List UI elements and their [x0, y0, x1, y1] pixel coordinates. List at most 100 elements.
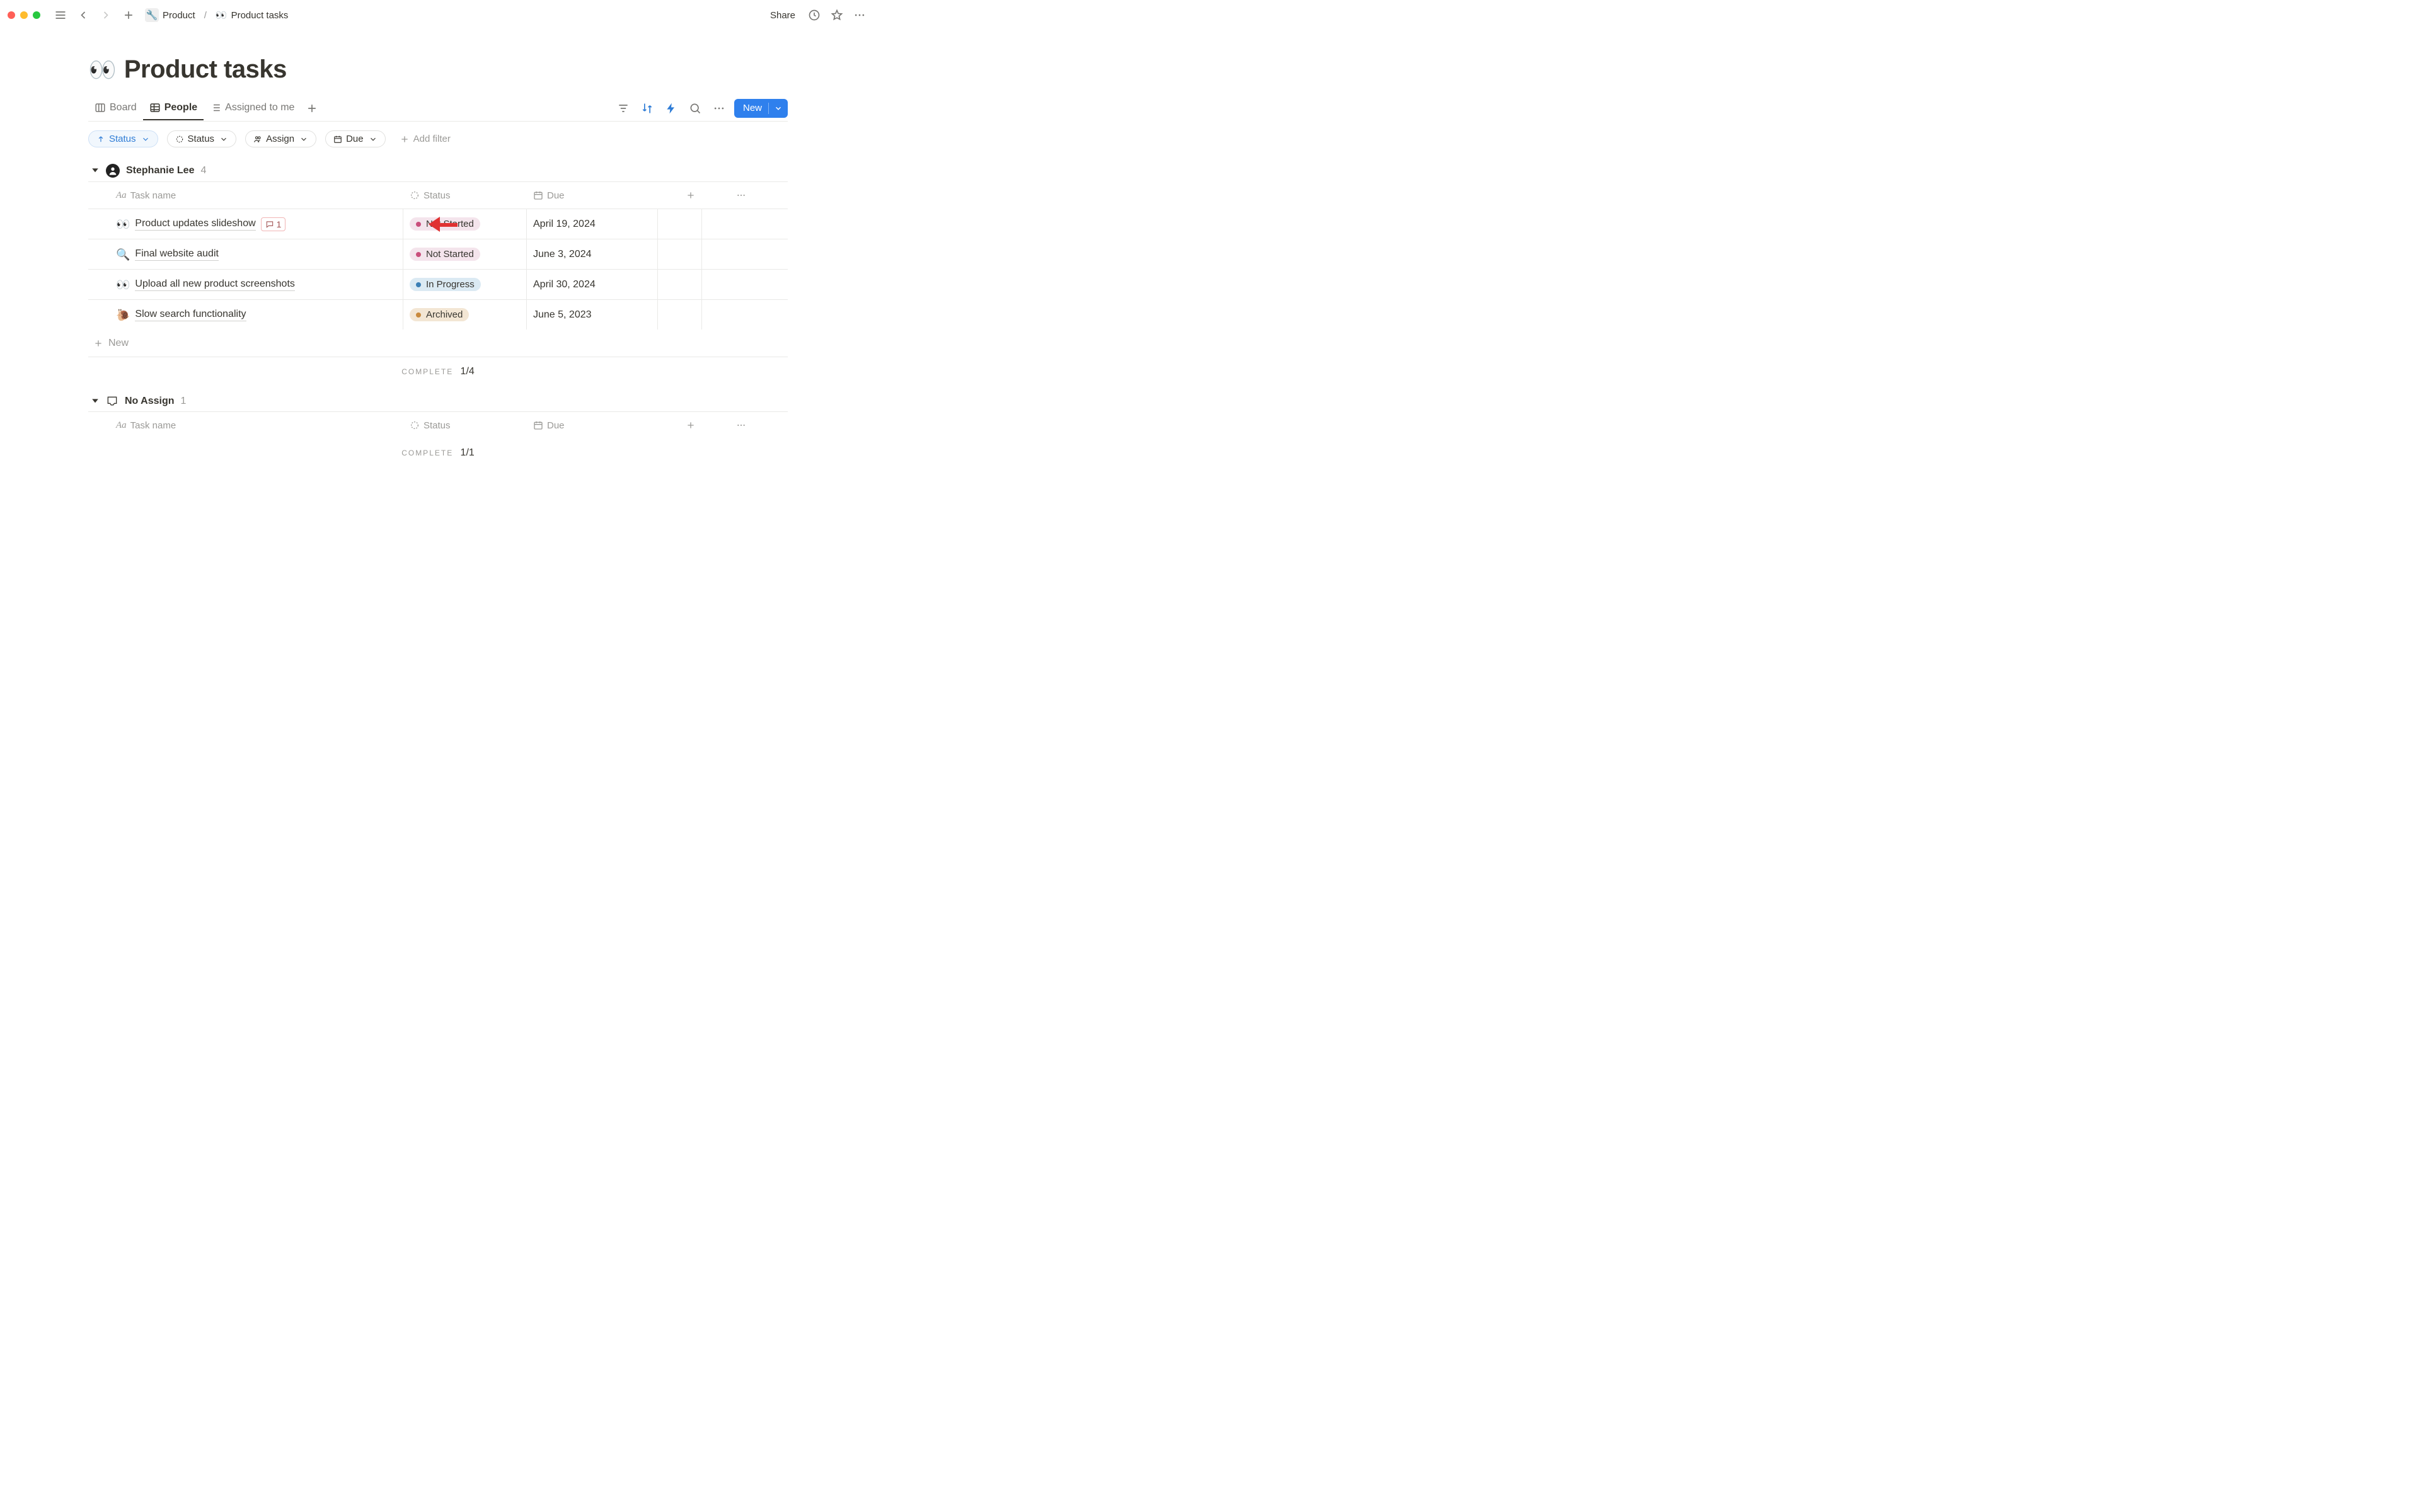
column-options-button[interactable] [702, 420, 752, 430]
due-date[interactable]: April 30, 2024 [533, 279, 596, 290]
share-button[interactable]: Share [765, 8, 800, 23]
column-header-name[interactable]: Aa Task name [88, 190, 403, 201]
add-filter-label: Add filter [413, 134, 451, 144]
filter-pill-assign[interactable]: Assign [245, 130, 316, 147]
table-row[interactable]: 🐌 Slow search functionality Archived Jun… [88, 299, 788, 329]
table-row[interactable]: 👀 Product updates slideshow 1 Not Starte… [88, 209, 788, 239]
group-count: 4 [200, 165, 206, 176]
new-button-divider [768, 103, 769, 114]
favorite-star-icon[interactable] [828, 6, 846, 24]
new-page-icon[interactable] [120, 6, 137, 24]
collapse-toggle-icon[interactable] [91, 166, 100, 175]
comment-count-badge[interactable]: 1 [261, 217, 286, 231]
column-header-due[interactable]: Due [527, 190, 658, 201]
tab-board-label: Board [110, 102, 137, 113]
fullscreen-window-icon[interactable] [33, 11, 40, 19]
column-header-due-label: Due [547, 420, 565, 431]
new-row-button[interactable]: New [88, 329, 788, 357]
add-filter-button[interactable]: Add filter [395, 131, 456, 147]
column-options-button[interactable] [702, 190, 752, 200]
list-icon [210, 102, 221, 113]
add-column-button[interactable] [658, 420, 702, 430]
task-name[interactable]: Slow search functionality [135, 309, 246, 321]
snail-icon: 🐌 [116, 309, 130, 321]
breadcrumb-parent[interactable]: 🔧 Product [142, 7, 198, 23]
plus-icon [686, 420, 696, 430]
close-window-icon[interactable] [8, 11, 15, 19]
collapse-toggle-icon[interactable] [91, 397, 100, 406]
nav-back-icon[interactable] [74, 6, 92, 24]
chevron-down-icon[interactable] [774, 104, 783, 113]
breadcrumb-parent-label: Product [163, 10, 195, 21]
window-controls[interactable] [8, 11, 40, 19]
breadcrumb-current-label: Product tasks [231, 10, 289, 21]
group-count: 1 [181, 396, 187, 407]
complete-label: COMPLETE [401, 367, 453, 376]
filter-pill-status-label: Status [188, 134, 215, 144]
status-badge[interactable]: Archived [410, 308, 469, 321]
wrench-icon: 🔧 [145, 8, 159, 22]
status-badge[interactable]: Not Started [410, 217, 480, 231]
search-icon[interactable] [686, 100, 704, 117]
column-header-status-label: Status [424, 190, 451, 201]
task-name[interactable]: Product updates slideshow [135, 218, 255, 231]
board-icon [95, 102, 106, 113]
magnifier-icon: 🔍 [116, 249, 130, 260]
nav-forward-icon[interactable] [97, 6, 115, 24]
comment-icon [265, 220, 274, 229]
more-menu-icon[interactable] [851, 6, 868, 24]
more-icon [736, 190, 746, 200]
due-date[interactable]: April 19, 2024 [533, 219, 596, 230]
status-icon [410, 420, 420, 430]
group-header-stephanie[interactable]: Stephanie Lee 4 [88, 159, 788, 181]
tab-board[interactable]: Board [88, 97, 143, 120]
tab-assigned-to-me[interactable]: Assigned to me [204, 97, 301, 120]
minimize-window-icon[interactable] [20, 11, 28, 19]
plus-icon [400, 134, 410, 144]
page-title[interactable]: Product tasks [124, 55, 287, 84]
hamburger-menu-icon[interactable] [52, 6, 69, 24]
view-options-icon[interactable] [710, 100, 728, 117]
arrow-up-icon [96, 135, 105, 144]
column-header-status[interactable]: Status [403, 190, 527, 201]
breadcrumb-current[interactable]: 👀 Product tasks [213, 8, 291, 22]
chevron-down-icon [141, 135, 150, 144]
task-name[interactable]: Upload all new product screenshots [135, 278, 294, 291]
add-view-icon[interactable] [303, 100, 321, 117]
due-date[interactable]: June 3, 2024 [533, 249, 592, 260]
status-badge[interactable]: Not Started [410, 248, 480, 261]
status-dot-icon [416, 222, 421, 227]
status-badge[interactable]: In Progress [410, 278, 481, 291]
sort-icon[interactable] [638, 100, 656, 117]
filter-pill-due[interactable]: Due [325, 130, 386, 147]
table-row[interactable]: 👀 Upload all new product screenshots In … [88, 269, 788, 299]
calendar-icon [333, 135, 342, 144]
tab-people[interactable]: People [143, 97, 204, 120]
due-date[interactable]: June 5, 2023 [533, 309, 592, 321]
status-label: Archived [426, 309, 463, 320]
updates-clock-icon[interactable] [805, 6, 823, 24]
table-row[interactable]: 🔍 Final website audit Not Started June 3… [88, 239, 788, 269]
filter-pill-status[interactable]: Status [167, 130, 237, 147]
complete-fraction: 1/4 [461, 366, 475, 377]
status-icon [410, 190, 420, 200]
complete-label: COMPLETE [401, 449, 453, 457]
status-label: Not Started [426, 249, 474, 260]
plus-icon [686, 190, 696, 200]
status-icon [175, 135, 184, 144]
column-header-name[interactable]: Aa Task name [88, 420, 403, 431]
automations-bolt-icon[interactable] [662, 100, 680, 117]
filter-icon[interactable] [614, 100, 632, 117]
task-name[interactable]: Final website audit [135, 248, 219, 261]
sort-pill-status[interactable]: Status [88, 130, 158, 147]
column-header-due[interactable]: Due [527, 420, 658, 431]
new-button[interactable]: New [734, 99, 788, 118]
group-complete-summary: COMPLETE 1/1 [88, 438, 788, 471]
new-button-label: New [743, 103, 762, 113]
group-header-no-assign[interactable]: No Assign 1 [88, 390, 788, 411]
status-dot-icon [416, 282, 421, 287]
breadcrumb-separator: / [204, 10, 207, 21]
column-header-status[interactable]: Status [403, 420, 527, 431]
add-column-button[interactable] [658, 190, 702, 200]
page-icon[interactable]: 👀 [88, 59, 117, 81]
